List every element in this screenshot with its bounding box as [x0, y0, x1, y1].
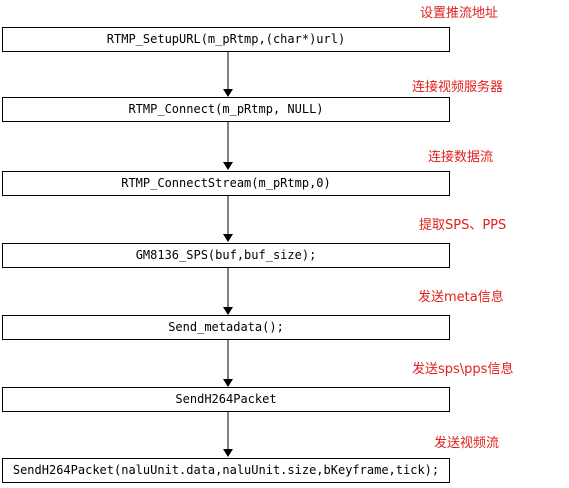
- step-send-sps-pps-box: SendH264Packet: [2, 387, 450, 412]
- step-connect-note: 连接视频服务器: [412, 80, 504, 95]
- step-send-sps-pps-note: 发送sps\pps信息: [412, 362, 514, 377]
- step-connect-stream-note: 连接数据流: [428, 150, 494, 165]
- step-send-metadata-note: 发送meta信息: [418, 290, 504, 305]
- step-extract-sps-box: GM8136_SPS(buf,buf_size);: [2, 243, 450, 268]
- step-setup-url-note: 设置推流地址: [420, 6, 499, 21]
- step-connect-stream-box: RTMP_ConnectStream(m_pRtmp,0): [2, 171, 450, 196]
- step-connect-box: RTMP_Connect(m_pRtmp, NULL): [2, 97, 450, 122]
- step-setup-url-box: RTMP_SetupURL(m_pRtmp,(char*)url): [2, 27, 450, 52]
- step-send-video-note: 发送视频流: [434, 436, 500, 451]
- step-send-video-box: SendH264Packet(naluUnit.data,naluUnit.si…: [2, 458, 450, 483]
- step-extract-sps-note: 提取SPS、PPS: [419, 218, 507, 233]
- step-send-metadata-box: Send_metadata();: [2, 315, 450, 340]
